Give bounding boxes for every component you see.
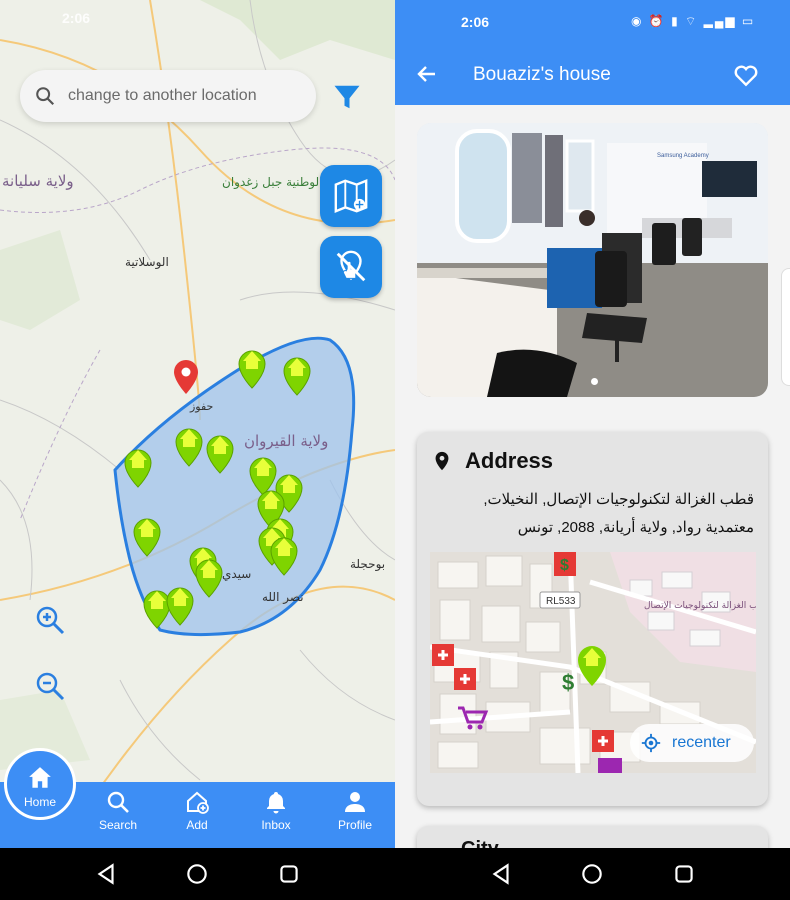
zoom-out-icon[interactable] [34,670,66,702]
gps-target-icon [641,733,661,753]
location-pin-icon [435,451,449,471]
address-line-2: معتمدية رواد, ولاية أريانة, 2088, تونس [517,519,754,536]
map-label-city1: الوسلاتية [125,255,169,270]
property-photo[interactable]: Samsung Academy [417,123,768,397]
bell-icon [267,792,285,814]
back-arrow-icon[interactable] [415,62,439,86]
filter-icon[interactable] [332,82,362,112]
mini-map-road-label: RL533 [546,596,576,607]
person-icon [345,792,365,812]
tab-search-label: Search [98,818,138,832]
app-bar: 2:06 ◉ ⏰ ▮ ⌔ ▂▄▆ ▭ Bouaziz's house [395,0,790,105]
mini-map-place-label: قطب الغزالة لتكنولوجيات الإتصال [644,601,756,611]
pharmacy-poi-icon [432,644,454,666]
map-label-town: حفوز [189,400,213,413]
tab-profile[interactable]: Profile [325,790,385,832]
home-icon [29,767,51,788]
tab-add-label: Add [186,818,208,832]
location-search-bar[interactable] [20,70,316,122]
status-time: 2:06 [62,10,91,26]
system-navigation-bar [395,848,790,900]
shopping-poi-icon [598,758,622,773]
add-home-icon [187,791,209,814]
map-layers-icon [334,179,368,213]
draw-area-button[interactable] [320,236,382,298]
back-nav-icon[interactable] [488,861,514,887]
pharmacy-poi-icon [454,668,476,690]
recenter-button[interactable]: recenter [630,724,754,762]
office-photo-image: Samsung Academy [417,123,768,397]
property-details-screen: 2:06 ◉ ⏰ ▮ ⌔ ▂▄▆ ▭ Bouaziz's house Samsu… [395,0,790,848]
location-mini-map[interactable]: RL533 قطب الغزالة لتكنولوجيات الإتصال $ … [430,552,756,773]
map-label-city4: بوحجلة [350,557,385,572]
money-poi-icon: $ [562,670,574,695]
map-label-region2: ولاية القيروان [244,432,328,450]
tab-search[interactable]: Search [88,790,148,832]
location-search-input[interactable] [68,87,288,105]
address-line-1: قطب الغزالة لتكنولوجيات الإتصال, النخيلا… [483,491,754,508]
address-card: Address قطب الغزالة لتكنولوجيات الإتصال,… [417,432,768,806]
status-icons: ◉ ⏰ ▮ ⌔ ▂▄▆ ▭ [631,14,756,28]
tab-inbox-label: Inbox [261,818,291,832]
back-nav-icon[interactable] [93,861,119,887]
search-icon [36,87,55,106]
map-canvas[interactable]: ولاية سليانة الحديقة الوطنية جبل زغدوان … [0,0,395,848]
next-photo-peek[interactable] [781,268,790,386]
recents-nav-icon[interactable] [276,861,302,887]
status-time: 2:06 [461,14,490,30]
money-poi-icon: $ [554,552,576,576]
tab-inbox[interactable]: Inbox [246,790,306,832]
page-title: Bouaziz's house [473,64,611,85]
home-nav-icon[interactable] [579,861,605,887]
map-label-region1: ولاية سليانة [2,172,74,190]
recenter-label: recenter [672,734,731,751]
search-icon [107,791,129,813]
tab-home-label: Home [23,795,56,809]
map-screen: ولاية سليانة الحديقة الوطنية جبل زغدوان … [0,0,395,848]
map-type-button[interactable] [320,165,382,227]
pharmacy-poi-icon [592,730,614,752]
zoom-in-icon[interactable] [34,604,66,636]
photo-wall-sign: Samsung Academy [657,153,709,159]
svg-text:$: $ [560,557,569,574]
recents-nav-icon[interactable] [671,861,697,887]
home-nav-icon[interactable] [184,861,210,887]
tab-home[interactable]: Home [4,748,76,820]
city-card: City [417,826,768,848]
tab-profile-label: Profile [337,818,372,832]
carousel-indicator [591,378,598,385]
map-label-city3: نصر الله [262,590,304,605]
system-navigation-bar [0,848,395,900]
address-heading: Address [465,448,554,473]
address-text: قطب الغزالة لتكنولوجيات الإتصال, النخيلا… [429,486,754,542]
tab-add[interactable]: Add [167,790,227,832]
favorite-heart-icon[interactable] [733,62,759,88]
touch-location-off-icon [336,250,366,282]
city-heading: City [461,838,499,848]
